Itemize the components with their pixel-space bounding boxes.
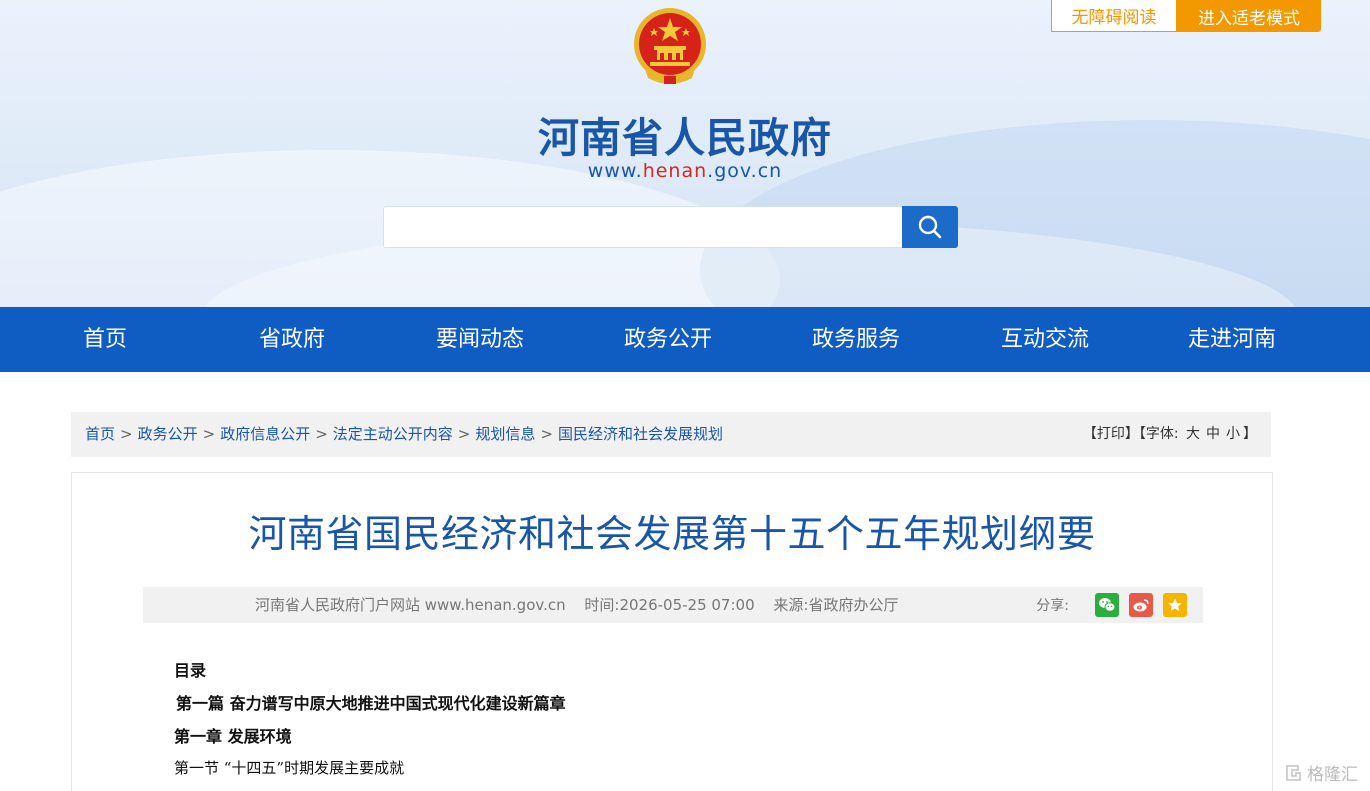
watermark-text: 格隆汇 [1307,765,1358,785]
favorite-button[interactable] [1163,593,1187,617]
breadcrumb-separator: > [540,425,553,443]
breadcrumb-separator: > [202,425,216,443]
site-url-prefix: www. [587,160,643,182]
national-emblem-icon [630,6,710,88]
site-url-suffix: .gov.cn [707,160,783,182]
favorite-star-icon [1168,598,1182,611]
print-button[interactable]: 【打印】 [1083,426,1139,442]
breadcrumb-separator: > [457,425,471,443]
page-tools: 【打印】【字体: 大中小】 [1083,412,1257,457]
search-bar [383,206,958,248]
article-meta: 河南省人民政府门户网站 www.henan.gov.cn 时间:2026-05-… [255,587,912,623]
breadcrumb-information-disclosure[interactable]: 政府信息公开 [220,425,310,443]
weibo-icon [1133,599,1149,612]
toc-part-one: 第一篇 奋力谱写中原大地推进中国式现代化建设新篇章 [176,694,566,713]
wechat-icon [1099,598,1116,612]
article-source-site: 河南省人民政府门户网站 www.henan.gov.cn [255,596,566,614]
accessibility-reading-button[interactable]: 无障碍阅读 [1051,0,1177,32]
watermark-logo-icon [1286,764,1301,781]
elder-mode-button[interactable]: 进入适老模式 [1177,0,1321,32]
wechat-share-button[interactable] [1095,593,1119,617]
article-panel: 河南省国民经济和社会发展第十五个五年规划纲要 河南省人民政府门户网站 www.h… [71,472,1273,791]
search-button[interactable] [902,206,958,248]
site-header: 无障碍阅读 进入适老模式 河南省人民政府 www.henan.gov.cn [0,0,1370,307]
nav-item-about-henan[interactable]: 走进河南 [1188,307,1276,372]
search-icon [918,215,942,239]
breadcrumb-statutory-content[interactable]: 法定主动公开内容 [333,425,453,443]
breadcrumb-separator: > [120,425,133,443]
breadcrumb-government-affairs[interactable]: 政务公开 [138,425,198,443]
nav-item-news[interactable]: 要闻动态 [436,307,524,372]
article-meta-bar: 河南省人民政府门户网站 www.henan.gov.cn 时间:2026-05-… [143,587,1203,623]
site-url: www.henan.gov.cn [0,160,1370,182]
nav-item-provincial-government[interactable]: 省政府 [259,307,325,372]
site-title: 河南省人民政府 [538,114,832,162]
breadcrumb-development-plan[interactable]: 国民经济和社会发展规划 [558,425,723,443]
toc-section-one: 第一节 “十四五”时期发展主要成就 [174,759,405,777]
article-origin: 来源:省政府办公厅 [773,596,899,614]
search-input[interactable] [383,206,902,248]
breadcrumb-separator: > [315,425,328,443]
top-links: 无障碍阅读 进入适老模式 [1051,0,1321,32]
nav-item-government-services[interactable]: 政务服务 [812,307,900,372]
watermark: 格隆汇 [1284,760,1358,785]
nav-item-home[interactable]: 首页 [83,307,127,372]
font-size-large-button[interactable]: 大 [1186,426,1200,442]
breadcrumb-bar: 首页 > 政务公开 > 政府信息公开 > 法定主动公开内容 > 规划信息 > 国民经济和社会发展规划… [71,412,1271,457]
share-bar: 分享: [1036,587,1187,623]
breadcrumb-planning-info[interactable]: 规划信息 [475,425,535,443]
breadcrumb-home[interactable]: 首页 [85,425,115,443]
article-time: 时间:2026-05-25 07:00 [584,596,755,614]
font-size-small-button[interactable]: 小 [1226,426,1240,442]
nav-item-interaction[interactable]: 互动交流 [1001,307,1089,372]
breadcrumb: 首页 > 政务公开 > 政府信息公开 > 法定主动公开内容 > 规划信息 > 国民经济和社会发展规划 [85,412,723,457]
site-url-highlight: henan [642,160,708,182]
nav-item-government-affairs-disclosure[interactable]: 政务公开 [624,307,712,372]
main-nav: 首页 省政府 要闻动态 政务公开 政务服务 互动交流 走进河南 [0,307,1370,372]
article-title: 河南省国民经济和社会发展第十五个五年规划纲要 [248,512,1096,556]
share-label: 分享: [1036,598,1069,614]
weibo-share-button[interactable] [1129,593,1153,617]
toc-chapter-one: 第一章 发展环境 [174,727,292,746]
font-size-medium-button[interactable]: 中 [1206,426,1220,442]
font-size-label: 【字体: [1138,426,1179,442]
toc-heading: 目录 [174,661,207,680]
font-size-close: 】 [1243,426,1257,442]
